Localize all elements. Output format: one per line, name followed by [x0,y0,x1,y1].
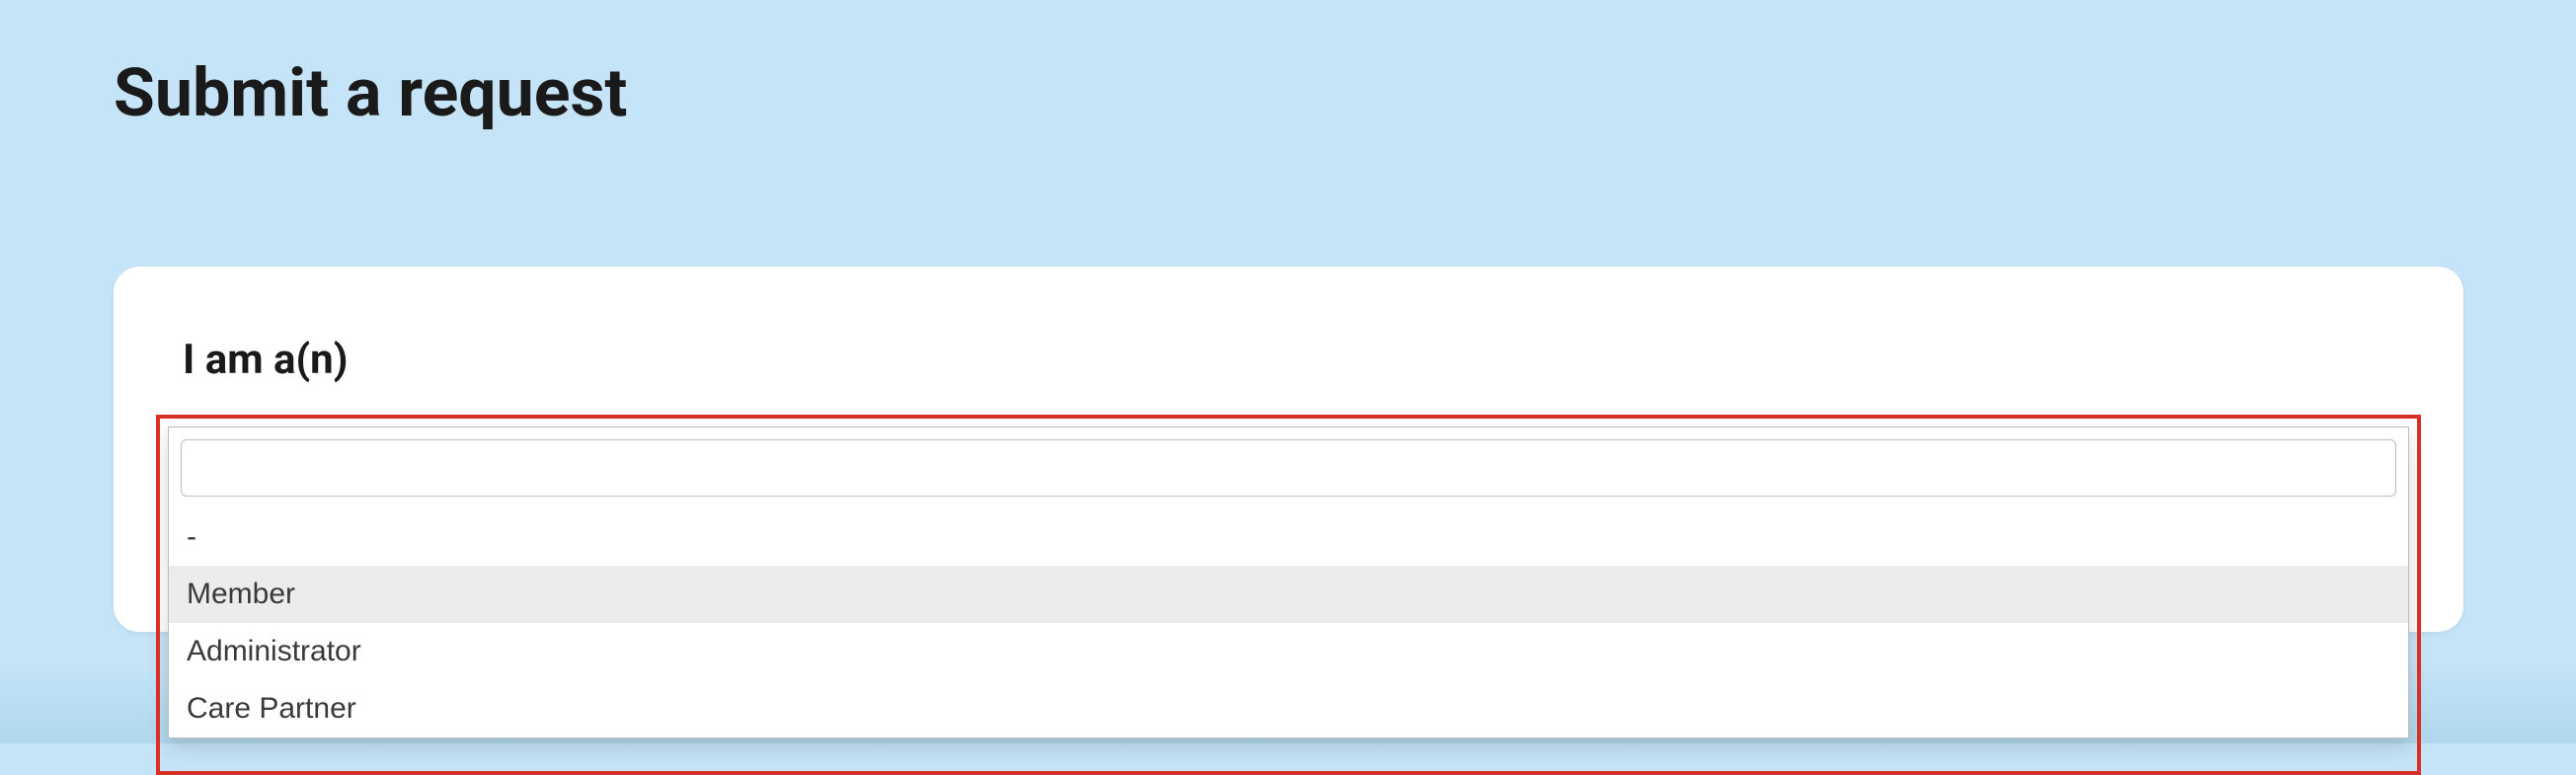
role-option-blank[interactable]: - [169,508,2408,566]
role-option-administrator[interactable]: Administrator [169,623,2408,680]
role-option-member[interactable]: Member [169,566,2408,623]
role-field-label: I am a(n) [183,336,2394,384]
role-dropdown-list[interactable]: - Member Administrator Care Partner [169,508,2408,737]
role-dropdown-search-input[interactable] [181,439,2396,497]
page-title: Submit a request [114,59,627,126]
role-dropdown-panel: - Member Administrator Care Partner [168,426,2409,738]
role-option-care-partner[interactable]: Care Partner [169,680,2408,737]
